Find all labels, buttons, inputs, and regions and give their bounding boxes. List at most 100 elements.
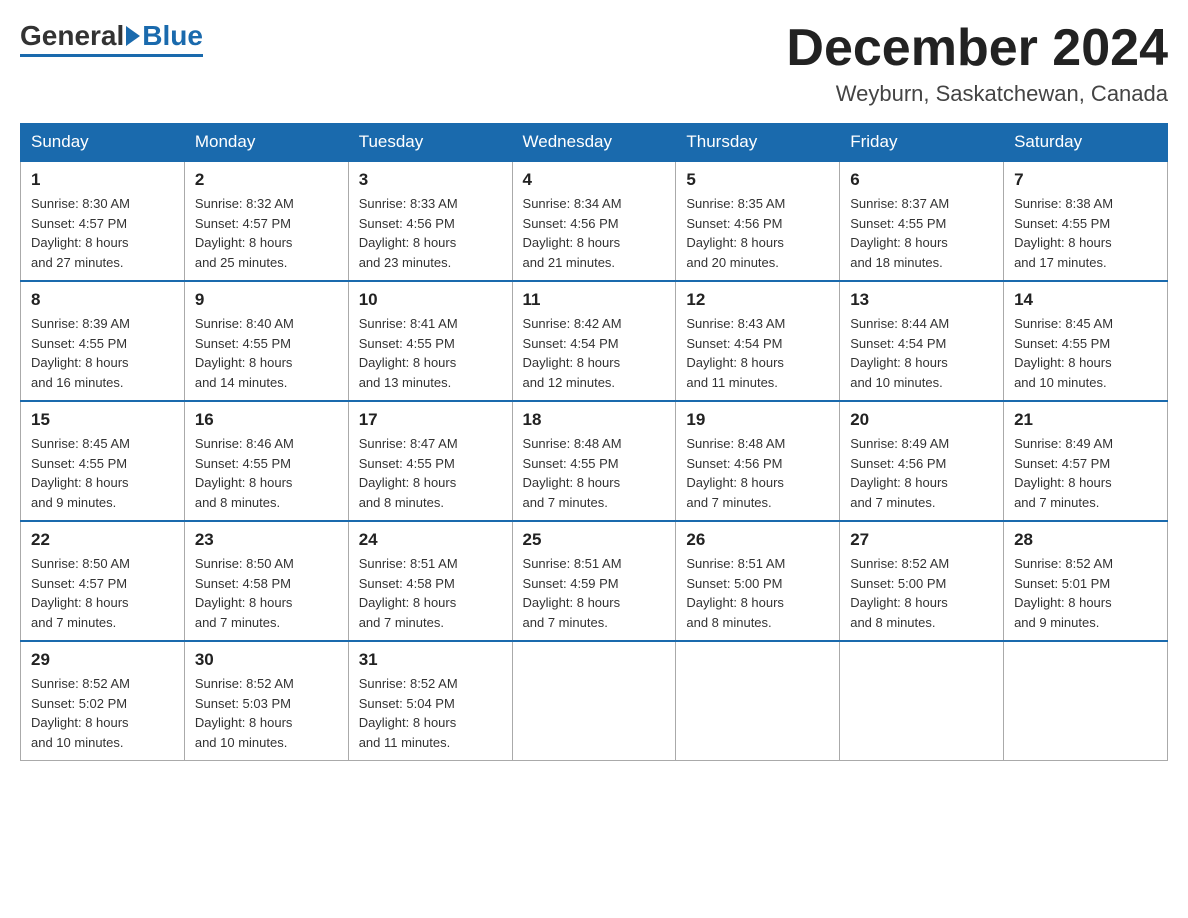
day-info: Sunrise: 8:34 AM Sunset: 4:56 PM Dayligh… bbox=[523, 194, 666, 272]
day-number: 30 bbox=[195, 650, 338, 670]
calendar-cell: 21 Sunrise: 8:49 AM Sunset: 4:57 PM Dayl… bbox=[1004, 401, 1168, 521]
day-info: Sunrise: 8:52 AM Sunset: 5:03 PM Dayligh… bbox=[195, 674, 338, 752]
day-info: Sunrise: 8:41 AM Sunset: 4:55 PM Dayligh… bbox=[359, 314, 502, 392]
day-number: 18 bbox=[523, 410, 666, 430]
calendar-cell: 29 Sunrise: 8:52 AM Sunset: 5:02 PM Dayl… bbox=[21, 641, 185, 761]
calendar-cell: 16 Sunrise: 8:46 AM Sunset: 4:55 PM Dayl… bbox=[184, 401, 348, 521]
day-info: Sunrise: 8:33 AM Sunset: 4:56 PM Dayligh… bbox=[359, 194, 502, 272]
calendar-cell: 3 Sunrise: 8:33 AM Sunset: 4:56 PM Dayli… bbox=[348, 161, 512, 281]
day-number: 31 bbox=[359, 650, 502, 670]
calendar-cell: 20 Sunrise: 8:49 AM Sunset: 4:56 PM Dayl… bbox=[840, 401, 1004, 521]
day-number: 12 bbox=[686, 290, 829, 310]
calendar-cell bbox=[676, 641, 840, 761]
calendar-cell: 7 Sunrise: 8:38 AM Sunset: 4:55 PM Dayli… bbox=[1004, 161, 1168, 281]
day-number: 2 bbox=[195, 170, 338, 190]
day-number: 26 bbox=[686, 530, 829, 550]
month-title: December 2024 bbox=[786, 20, 1168, 77]
day-info: Sunrise: 8:35 AM Sunset: 4:56 PM Dayligh… bbox=[686, 194, 829, 272]
logo-underline bbox=[20, 54, 203, 57]
day-info: Sunrise: 8:32 AM Sunset: 4:57 PM Dayligh… bbox=[195, 194, 338, 272]
calendar-cell: 4 Sunrise: 8:34 AM Sunset: 4:56 PM Dayli… bbox=[512, 161, 676, 281]
day-info: Sunrise: 8:50 AM Sunset: 4:58 PM Dayligh… bbox=[195, 554, 338, 632]
calendar-cell: 28 Sunrise: 8:52 AM Sunset: 5:01 PM Dayl… bbox=[1004, 521, 1168, 641]
calendar-cell: 18 Sunrise: 8:48 AM Sunset: 4:55 PM Dayl… bbox=[512, 401, 676, 521]
calendar-cell: 17 Sunrise: 8:47 AM Sunset: 4:55 PM Dayl… bbox=[348, 401, 512, 521]
col-friday: Friday bbox=[840, 124, 1004, 162]
day-number: 7 bbox=[1014, 170, 1157, 190]
day-number: 1 bbox=[31, 170, 174, 190]
day-info: Sunrise: 8:51 AM Sunset: 4:58 PM Dayligh… bbox=[359, 554, 502, 632]
day-number: 22 bbox=[31, 530, 174, 550]
calendar-cell: 5 Sunrise: 8:35 AM Sunset: 4:56 PM Dayli… bbox=[676, 161, 840, 281]
logo-blue-text: Blue bbox=[142, 20, 203, 52]
calendar-cell bbox=[1004, 641, 1168, 761]
calendar-cell: 1 Sunrise: 8:30 AM Sunset: 4:57 PM Dayli… bbox=[21, 161, 185, 281]
day-number: 21 bbox=[1014, 410, 1157, 430]
calendar-cell: 27 Sunrise: 8:52 AM Sunset: 5:00 PM Dayl… bbox=[840, 521, 1004, 641]
day-info: Sunrise: 8:52 AM Sunset: 5:04 PM Dayligh… bbox=[359, 674, 502, 752]
day-number: 20 bbox=[850, 410, 993, 430]
day-info: Sunrise: 8:46 AM Sunset: 4:55 PM Dayligh… bbox=[195, 434, 338, 512]
day-info: Sunrise: 8:52 AM Sunset: 5:00 PM Dayligh… bbox=[850, 554, 993, 632]
day-info: Sunrise: 8:42 AM Sunset: 4:54 PM Dayligh… bbox=[523, 314, 666, 392]
calendar-cell: 8 Sunrise: 8:39 AM Sunset: 4:55 PM Dayli… bbox=[21, 281, 185, 401]
day-info: Sunrise: 8:39 AM Sunset: 4:55 PM Dayligh… bbox=[31, 314, 174, 392]
day-info: Sunrise: 8:52 AM Sunset: 5:02 PM Dayligh… bbox=[31, 674, 174, 752]
day-info: Sunrise: 8:40 AM Sunset: 4:55 PM Dayligh… bbox=[195, 314, 338, 392]
calendar-cell: 15 Sunrise: 8:45 AM Sunset: 4:55 PM Dayl… bbox=[21, 401, 185, 521]
calendar-week-4: 22 Sunrise: 8:50 AM Sunset: 4:57 PM Dayl… bbox=[21, 521, 1168, 641]
calendar-cell: 11 Sunrise: 8:42 AM Sunset: 4:54 PM Dayl… bbox=[512, 281, 676, 401]
calendar-cell: 30 Sunrise: 8:52 AM Sunset: 5:03 PM Dayl… bbox=[184, 641, 348, 761]
day-number: 23 bbox=[195, 530, 338, 550]
calendar-cell: 19 Sunrise: 8:48 AM Sunset: 4:56 PM Dayl… bbox=[676, 401, 840, 521]
calendar-cell: 13 Sunrise: 8:44 AM Sunset: 4:54 PM Dayl… bbox=[840, 281, 1004, 401]
day-info: Sunrise: 8:37 AM Sunset: 4:55 PM Dayligh… bbox=[850, 194, 993, 272]
calendar-week-3: 15 Sunrise: 8:45 AM Sunset: 4:55 PM Dayl… bbox=[21, 401, 1168, 521]
day-info: Sunrise: 8:44 AM Sunset: 4:54 PM Dayligh… bbox=[850, 314, 993, 392]
day-number: 6 bbox=[850, 170, 993, 190]
day-info: Sunrise: 8:43 AM Sunset: 4:54 PM Dayligh… bbox=[686, 314, 829, 392]
day-info: Sunrise: 8:38 AM Sunset: 4:55 PM Dayligh… bbox=[1014, 194, 1157, 272]
day-info: Sunrise: 8:51 AM Sunset: 5:00 PM Dayligh… bbox=[686, 554, 829, 632]
calendar-cell: 2 Sunrise: 8:32 AM Sunset: 4:57 PM Dayli… bbox=[184, 161, 348, 281]
day-info: Sunrise: 8:48 AM Sunset: 4:56 PM Dayligh… bbox=[686, 434, 829, 512]
day-number: 17 bbox=[359, 410, 502, 430]
day-number: 28 bbox=[1014, 530, 1157, 550]
day-number: 27 bbox=[850, 530, 993, 550]
calendar-week-1: 1 Sunrise: 8:30 AM Sunset: 4:57 PM Dayli… bbox=[21, 161, 1168, 281]
calendar-week-2: 8 Sunrise: 8:39 AM Sunset: 4:55 PM Dayli… bbox=[21, 281, 1168, 401]
day-number: 3 bbox=[359, 170, 502, 190]
day-info: Sunrise: 8:45 AM Sunset: 4:55 PM Dayligh… bbox=[1014, 314, 1157, 392]
logo: General Blue bbox=[20, 20, 203, 57]
day-info: Sunrise: 8:48 AM Sunset: 4:55 PM Dayligh… bbox=[523, 434, 666, 512]
day-info: Sunrise: 8:30 AM Sunset: 4:57 PM Dayligh… bbox=[31, 194, 174, 272]
day-number: 10 bbox=[359, 290, 502, 310]
calendar-cell: 10 Sunrise: 8:41 AM Sunset: 4:55 PM Dayl… bbox=[348, 281, 512, 401]
day-info: Sunrise: 8:51 AM Sunset: 4:59 PM Dayligh… bbox=[523, 554, 666, 632]
calendar-week-5: 29 Sunrise: 8:52 AM Sunset: 5:02 PM Dayl… bbox=[21, 641, 1168, 761]
calendar-cell: 23 Sunrise: 8:50 AM Sunset: 4:58 PM Dayl… bbox=[184, 521, 348, 641]
page-header: General Blue December 2024 Weyburn, Sask… bbox=[20, 20, 1168, 107]
day-info: Sunrise: 8:52 AM Sunset: 5:01 PM Dayligh… bbox=[1014, 554, 1157, 632]
col-monday: Monday bbox=[184, 124, 348, 162]
calendar-cell: 31 Sunrise: 8:52 AM Sunset: 5:04 PM Dayl… bbox=[348, 641, 512, 761]
calendar-table: Sunday Monday Tuesday Wednesday Thursday… bbox=[20, 123, 1168, 761]
col-wednesday: Wednesday bbox=[512, 124, 676, 162]
calendar-cell: 25 Sunrise: 8:51 AM Sunset: 4:59 PM Dayl… bbox=[512, 521, 676, 641]
calendar-cell bbox=[512, 641, 676, 761]
calendar-header-row: Sunday Monday Tuesday Wednesday Thursday… bbox=[21, 124, 1168, 162]
day-number: 29 bbox=[31, 650, 174, 670]
calendar-cell: 6 Sunrise: 8:37 AM Sunset: 4:55 PM Dayli… bbox=[840, 161, 1004, 281]
calendar-cell: 22 Sunrise: 8:50 AM Sunset: 4:57 PM Dayl… bbox=[21, 521, 185, 641]
title-section: December 2024 Weyburn, Saskatchewan, Can… bbox=[786, 20, 1168, 107]
day-number: 16 bbox=[195, 410, 338, 430]
calendar-cell: 24 Sunrise: 8:51 AM Sunset: 4:58 PM Dayl… bbox=[348, 521, 512, 641]
day-info: Sunrise: 8:49 AM Sunset: 4:56 PM Dayligh… bbox=[850, 434, 993, 512]
logo-arrow-icon bbox=[126, 26, 140, 46]
day-number: 4 bbox=[523, 170, 666, 190]
day-number: 24 bbox=[359, 530, 502, 550]
day-number: 8 bbox=[31, 290, 174, 310]
col-tuesday: Tuesday bbox=[348, 124, 512, 162]
day-number: 19 bbox=[686, 410, 829, 430]
col-sunday: Sunday bbox=[21, 124, 185, 162]
